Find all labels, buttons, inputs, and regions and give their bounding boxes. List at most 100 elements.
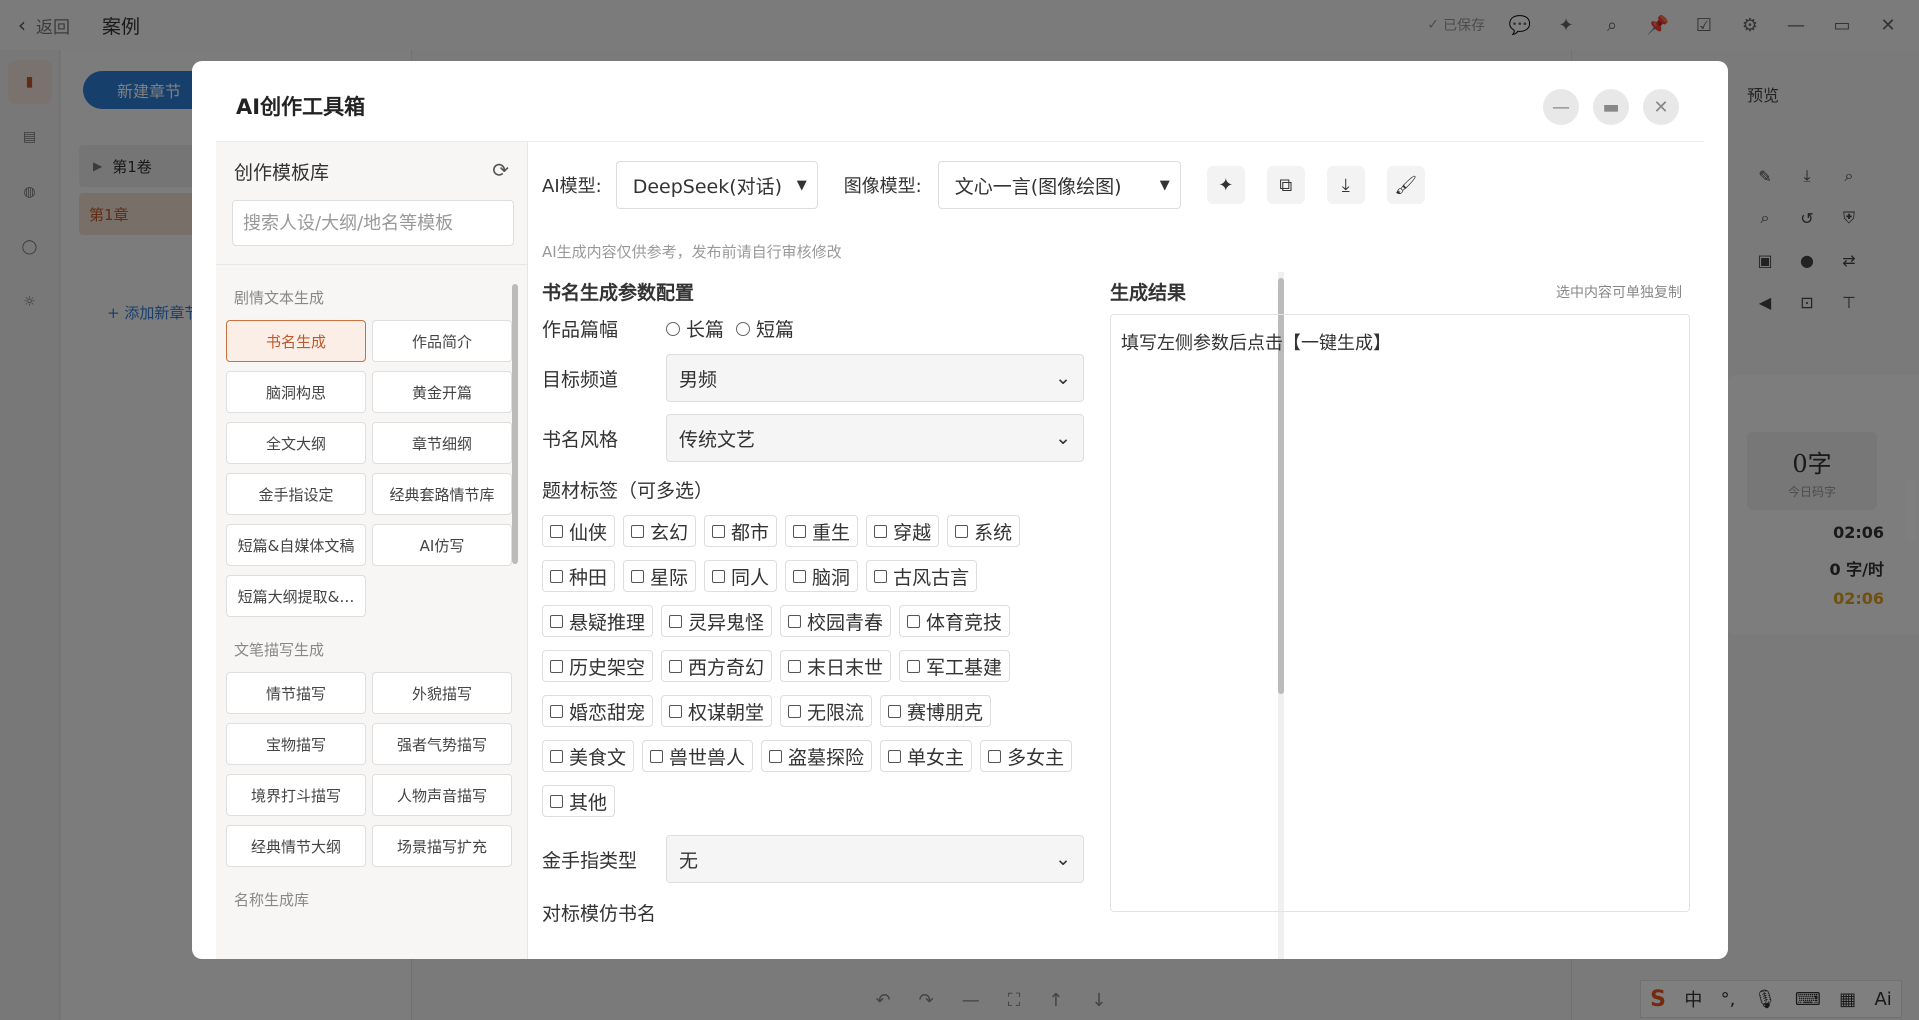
refresh-icon[interactable]: ⟳ [492, 158, 509, 182]
length-label: 作品篇幅 [542, 319, 619, 341]
radio-label: 长篇 [686, 319, 725, 341]
checkbox-square [955, 524, 969, 538]
checkbox-square [888, 749, 902, 763]
checkbox-square [988, 749, 1002, 763]
template-search-input[interactable] [232, 200, 514, 246]
template-item[interactable]: 章节细纲 [372, 422, 512, 464]
tag-label: 穿越 [893, 521, 932, 544]
template-item[interactable]: 作品简介 [372, 320, 512, 362]
tag-checkbox[interactable]: 脑洞 [785, 560, 859, 592]
model-row: AI模型: DeepSeek(对话) ▼ 图像模型: 文心一言(图像绘图) ▼ … [542, 160, 1425, 210]
template-item[interactable]: 脑洞构思 [226, 371, 366, 413]
image-model-value: 文心一言(图像绘图) [954, 175, 1122, 198]
template-item[interactable]: 金手指设定 [226, 473, 366, 515]
length-radio-short[interactable]: 短篇 [736, 315, 794, 342]
length-radio-long[interactable]: 长篇 [666, 315, 724, 342]
template-item[interactable]: 书名生成 [226, 320, 366, 362]
tag-checkbox[interactable]: 无限流 [780, 695, 873, 727]
template-item[interactable]: 短篇大纲提取&… [226, 575, 366, 617]
tag-checkbox[interactable]: 赛博朋克 [880, 695, 992, 727]
download-button[interactable]: ⤓ [1326, 166, 1365, 204]
tag-checkbox[interactable]: 系统 [947, 515, 1021, 547]
library-scrollbar[interactable] [512, 284, 518, 564]
template-item[interactable]: 短篇&自媒体文稿 [226, 524, 366, 566]
cheat-label: 金手指类型 [542, 849, 638, 872]
checkbox-square [669, 659, 683, 673]
tag-checkbox[interactable]: 重生 [785, 515, 859, 547]
tag-checkbox[interactable]: 美食文 [542, 740, 635, 772]
template-item[interactable]: 外貌描写 [372, 672, 512, 714]
tag-checkbox[interactable]: 军工基建 [899, 650, 1011, 682]
template-item[interactable]: 全文大纲 [226, 422, 366, 464]
result-output[interactable]: 填写左侧参数后点击【一键生成】 [1110, 314, 1690, 912]
radio-label: 短篇 [756, 319, 795, 341]
tag-checkbox[interactable]: 灵异鬼怪 [661, 605, 773, 637]
tag-checkbox[interactable]: 其他 [542, 785, 616, 817]
maximize-button[interactable]: ▬ [1593, 89, 1629, 125]
template-item[interactable]: 宝物描写 [226, 723, 366, 765]
template-item[interactable]: AI仿写 [372, 524, 512, 566]
imitate-label: 对标模仿书名 [542, 903, 657, 925]
tag-checkbox[interactable]: 权谋朝堂 [661, 695, 773, 727]
tag-checkbox[interactable]: 玄幻 [623, 515, 697, 547]
template-item[interactable]: 黄金开篇 [372, 371, 512, 413]
copy-button[interactable]: ⧉ [1266, 166, 1305, 204]
tag-checkbox[interactable]: 多女主 [980, 740, 1073, 772]
ai-model-label: AI模型: [542, 176, 602, 197]
tag-checkbox[interactable]: 历史架空 [542, 650, 654, 682]
ai-model-value: DeepSeek(对话) [632, 175, 783, 198]
style-select[interactable]: 传统文艺 ⌄ [666, 414, 1084, 462]
tag-checkbox[interactable]: 穿越 [866, 515, 940, 547]
close-button[interactable]: ✕ [1643, 89, 1679, 125]
checkbox-square [550, 749, 563, 763]
tag-checkbox[interactable]: 星际 [623, 560, 697, 592]
tag-checkbox[interactable]: 古风古言 [866, 560, 978, 592]
channel-select[interactable]: 男频 ⌄ [666, 354, 1084, 402]
tag-checkbox[interactable]: 都市 [704, 515, 778, 547]
library-title: 创作模板库 [234, 162, 330, 184]
tag-checkbox[interactable]: 悬疑推理 [542, 605, 654, 637]
tag-checkbox[interactable]: 同人 [704, 560, 778, 592]
tag-label: 权谋朝堂 [688, 701, 765, 724]
tag-checkbox[interactable]: 婚恋甜宠 [542, 695, 654, 727]
copy-icon: ⧉ [1279, 174, 1293, 196]
template-item[interactable]: 人物声音描写 [372, 774, 512, 816]
tag-checkbox[interactable]: 末日末世 [780, 650, 892, 682]
style-row: 书名风格 传统文艺 ⌄ [542, 414, 1090, 462]
cheat-select[interactable]: 无 ⌄ [666, 835, 1084, 883]
style-value: 传统文艺 [679, 428, 756, 451]
template-item[interactable]: 经典情节大纲 [226, 825, 366, 867]
checkbox-square [550, 704, 563, 718]
radio-circle [736, 321, 751, 336]
template-item[interactable]: 情节描写 [226, 672, 366, 714]
tag-label: 美食文 [569, 746, 627, 769]
brush-icon: 🖌 [1394, 174, 1418, 196]
tag-checkbox[interactable]: 西方奇幻 [661, 650, 773, 682]
template-grid: 情节描写 外貌描写 宝物描写 强者气势描写 境界打斗描写 人物声音描写 经典情节大纲 场景描写… [226, 672, 528, 867]
tag-checkbox[interactable]: 种田 [542, 560, 616, 592]
minimize-button[interactable]: — [1543, 89, 1579, 125]
tag-checkbox[interactable]: 仙侠 [542, 515, 616, 547]
tag-checkbox[interactable]: 体育竞技 [899, 605, 1011, 637]
tag-checkbox[interactable]: 兽世兽人 [642, 740, 754, 772]
template-list[interactable]: 剧情文本生成 书名生成 作品简介 脑洞构思 黄金开篇 全文大纲 章节细纲 金手指设定 经典套路情… [216, 265, 528, 959]
template-item[interactable]: 场景描写扩充 [372, 825, 512, 867]
tag-label: 赛博朋克 [907, 701, 984, 724]
tag-label: 末日末世 [807, 656, 884, 679]
result-hint: 选中内容可单独复制 [1556, 285, 1682, 301]
tag-checkbox[interactable]: 单女主 [880, 740, 973, 772]
tag-checkbox[interactable]: 盗墓探险 [761, 740, 873, 772]
image-model-select[interactable]: 文心一言(图像绘图) ▼ [937, 161, 1181, 209]
template-item[interactable]: 经典套路情节库 [372, 473, 512, 515]
tags-group: 仙侠 玄幻 都市 重生 穿越 系统种田 星际 同人 脑洞 古风古言悬疑推理 灵异鬼怪 校园青春 体育竞技… [542, 515, 1082, 817]
magic-wand-button[interactable]: ✦ [1206, 166, 1245, 204]
tag-label: 仙侠 [569, 521, 608, 544]
ai-model-select[interactable]: DeepSeek(对话) ▼ [615, 161, 818, 209]
tag-checkbox[interactable]: 校园青春 [780, 605, 892, 637]
checkbox-square [793, 569, 807, 583]
template-item[interactable]: 强者气势描写 [372, 723, 512, 765]
checkbox-square [788, 614, 802, 628]
clear-button[interactable]: 🖌 [1386, 166, 1425, 204]
channel-value: 男频 [679, 368, 718, 391]
template-item[interactable]: 境界打斗描写 [226, 774, 366, 816]
